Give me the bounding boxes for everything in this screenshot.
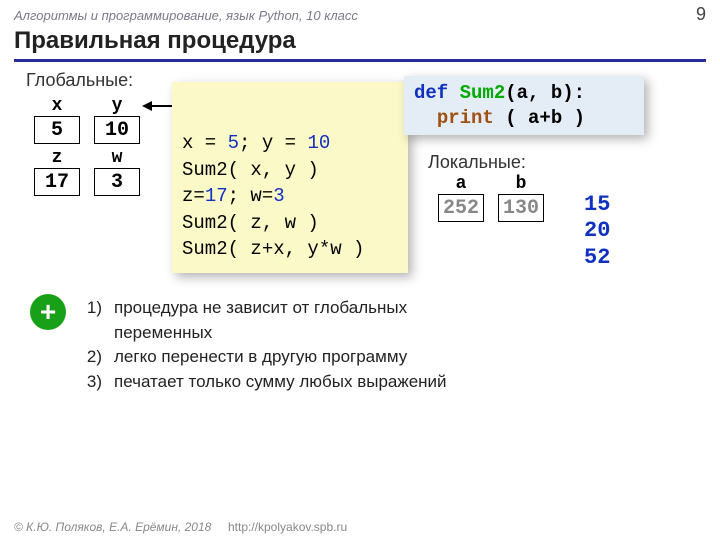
globals-label: Глобальные: bbox=[26, 70, 133, 91]
bullet-num-2: 2) bbox=[80, 345, 102, 370]
footer: © К.Ю. Поляков, Е.А. Ерёмин, 2018 http:/… bbox=[14, 520, 347, 534]
slide-title: Правильная процедура bbox=[14, 27, 706, 62]
bullet-2: легко перенести в другую программу bbox=[114, 345, 407, 370]
keyword-def: def bbox=[414, 82, 448, 104]
var-name-y: y bbox=[94, 96, 140, 116]
definition-box: def Sum2(a, b): print ( a+b ) bbox=[404, 76, 644, 135]
code-literal: 10 bbox=[307, 132, 330, 154]
keyword-print: print bbox=[437, 107, 494, 129]
advantages-list: 1) процедура не зависит от глобальных пере… bbox=[80, 296, 447, 395]
code-line: Sum2( z, w ) bbox=[182, 210, 398, 237]
var-box-w: 3 bbox=[94, 168, 140, 196]
code-literal: 5 bbox=[228, 132, 239, 154]
code-line: Sum2( z+x, y*w ) bbox=[182, 236, 398, 263]
code-line: Sum2( x, y ) bbox=[182, 157, 398, 184]
code-text: ; y = bbox=[239, 132, 307, 154]
bullet-num-3: 3) bbox=[80, 370, 102, 395]
var-box-a: 252 bbox=[438, 194, 484, 222]
var-box-x: 5 bbox=[34, 116, 80, 144]
code-text: ; w= bbox=[228, 185, 274, 207]
plus-icon: + bbox=[30, 294, 66, 330]
footer-url: http://kpolyakov.spb.ru bbox=[228, 520, 347, 534]
var-box-y: 10 bbox=[94, 116, 140, 144]
code-text: z= bbox=[182, 185, 205, 207]
var-name-x: x bbox=[34, 96, 80, 116]
code-literal: 3 bbox=[273, 185, 284, 207]
copyright: © К.Ю. Поляков, Е.А. Ерёмин, 2018 bbox=[14, 520, 211, 534]
output-values: 15 20 52 bbox=[584, 192, 610, 271]
locals-table: a 252 b 130 bbox=[438, 174, 544, 224]
globals-table: x 5 y 10 z 17 w 3 bbox=[34, 96, 140, 198]
bullet-1b: переменных bbox=[114, 323, 212, 342]
bullet-num-1: 1) bbox=[80, 296, 102, 345]
output-3: 52 bbox=[584, 245, 610, 271]
signature: (a, b): bbox=[505, 82, 585, 104]
var-box-z: 17 bbox=[34, 168, 80, 196]
var-val-a-shadow: 252 bbox=[443, 197, 479, 220]
slide-header: Алгоритмы и программирование, язык Pytho… bbox=[0, 0, 720, 25]
content-area: Глобальные: x 5 y 10 z 17 w 3 bbox=[0, 62, 720, 82]
var-name-z: z bbox=[34, 148, 80, 168]
output-2: 20 bbox=[584, 218, 610, 244]
course-label: Алгоритмы и программирование, язык Pytho… bbox=[14, 8, 358, 23]
code-text: x = bbox=[182, 132, 228, 154]
var-val-b-shadow: 130 bbox=[503, 197, 539, 220]
var-name-b: b bbox=[498, 174, 544, 194]
bullet-3: печатает только сумму любых выражений bbox=[114, 370, 447, 395]
code-block: x = 5; y = 10 Sum2( x, y ) z=17; w=3 Sum… bbox=[172, 82, 408, 273]
output-1: 15 bbox=[584, 192, 610, 218]
var-name-a: a bbox=[438, 174, 484, 194]
print-body: ( a+b ) bbox=[494, 107, 585, 129]
page-number: 9 bbox=[696, 4, 706, 25]
code-literal: 17 bbox=[205, 185, 228, 207]
bullet-1a: процедура не зависит от глобальных bbox=[114, 298, 407, 317]
var-box-b: 130 bbox=[498, 194, 544, 222]
function-name: Sum2 bbox=[460, 82, 506, 104]
locals-label: Локальные: bbox=[428, 152, 526, 173]
var-name-w: w bbox=[94, 148, 140, 168]
